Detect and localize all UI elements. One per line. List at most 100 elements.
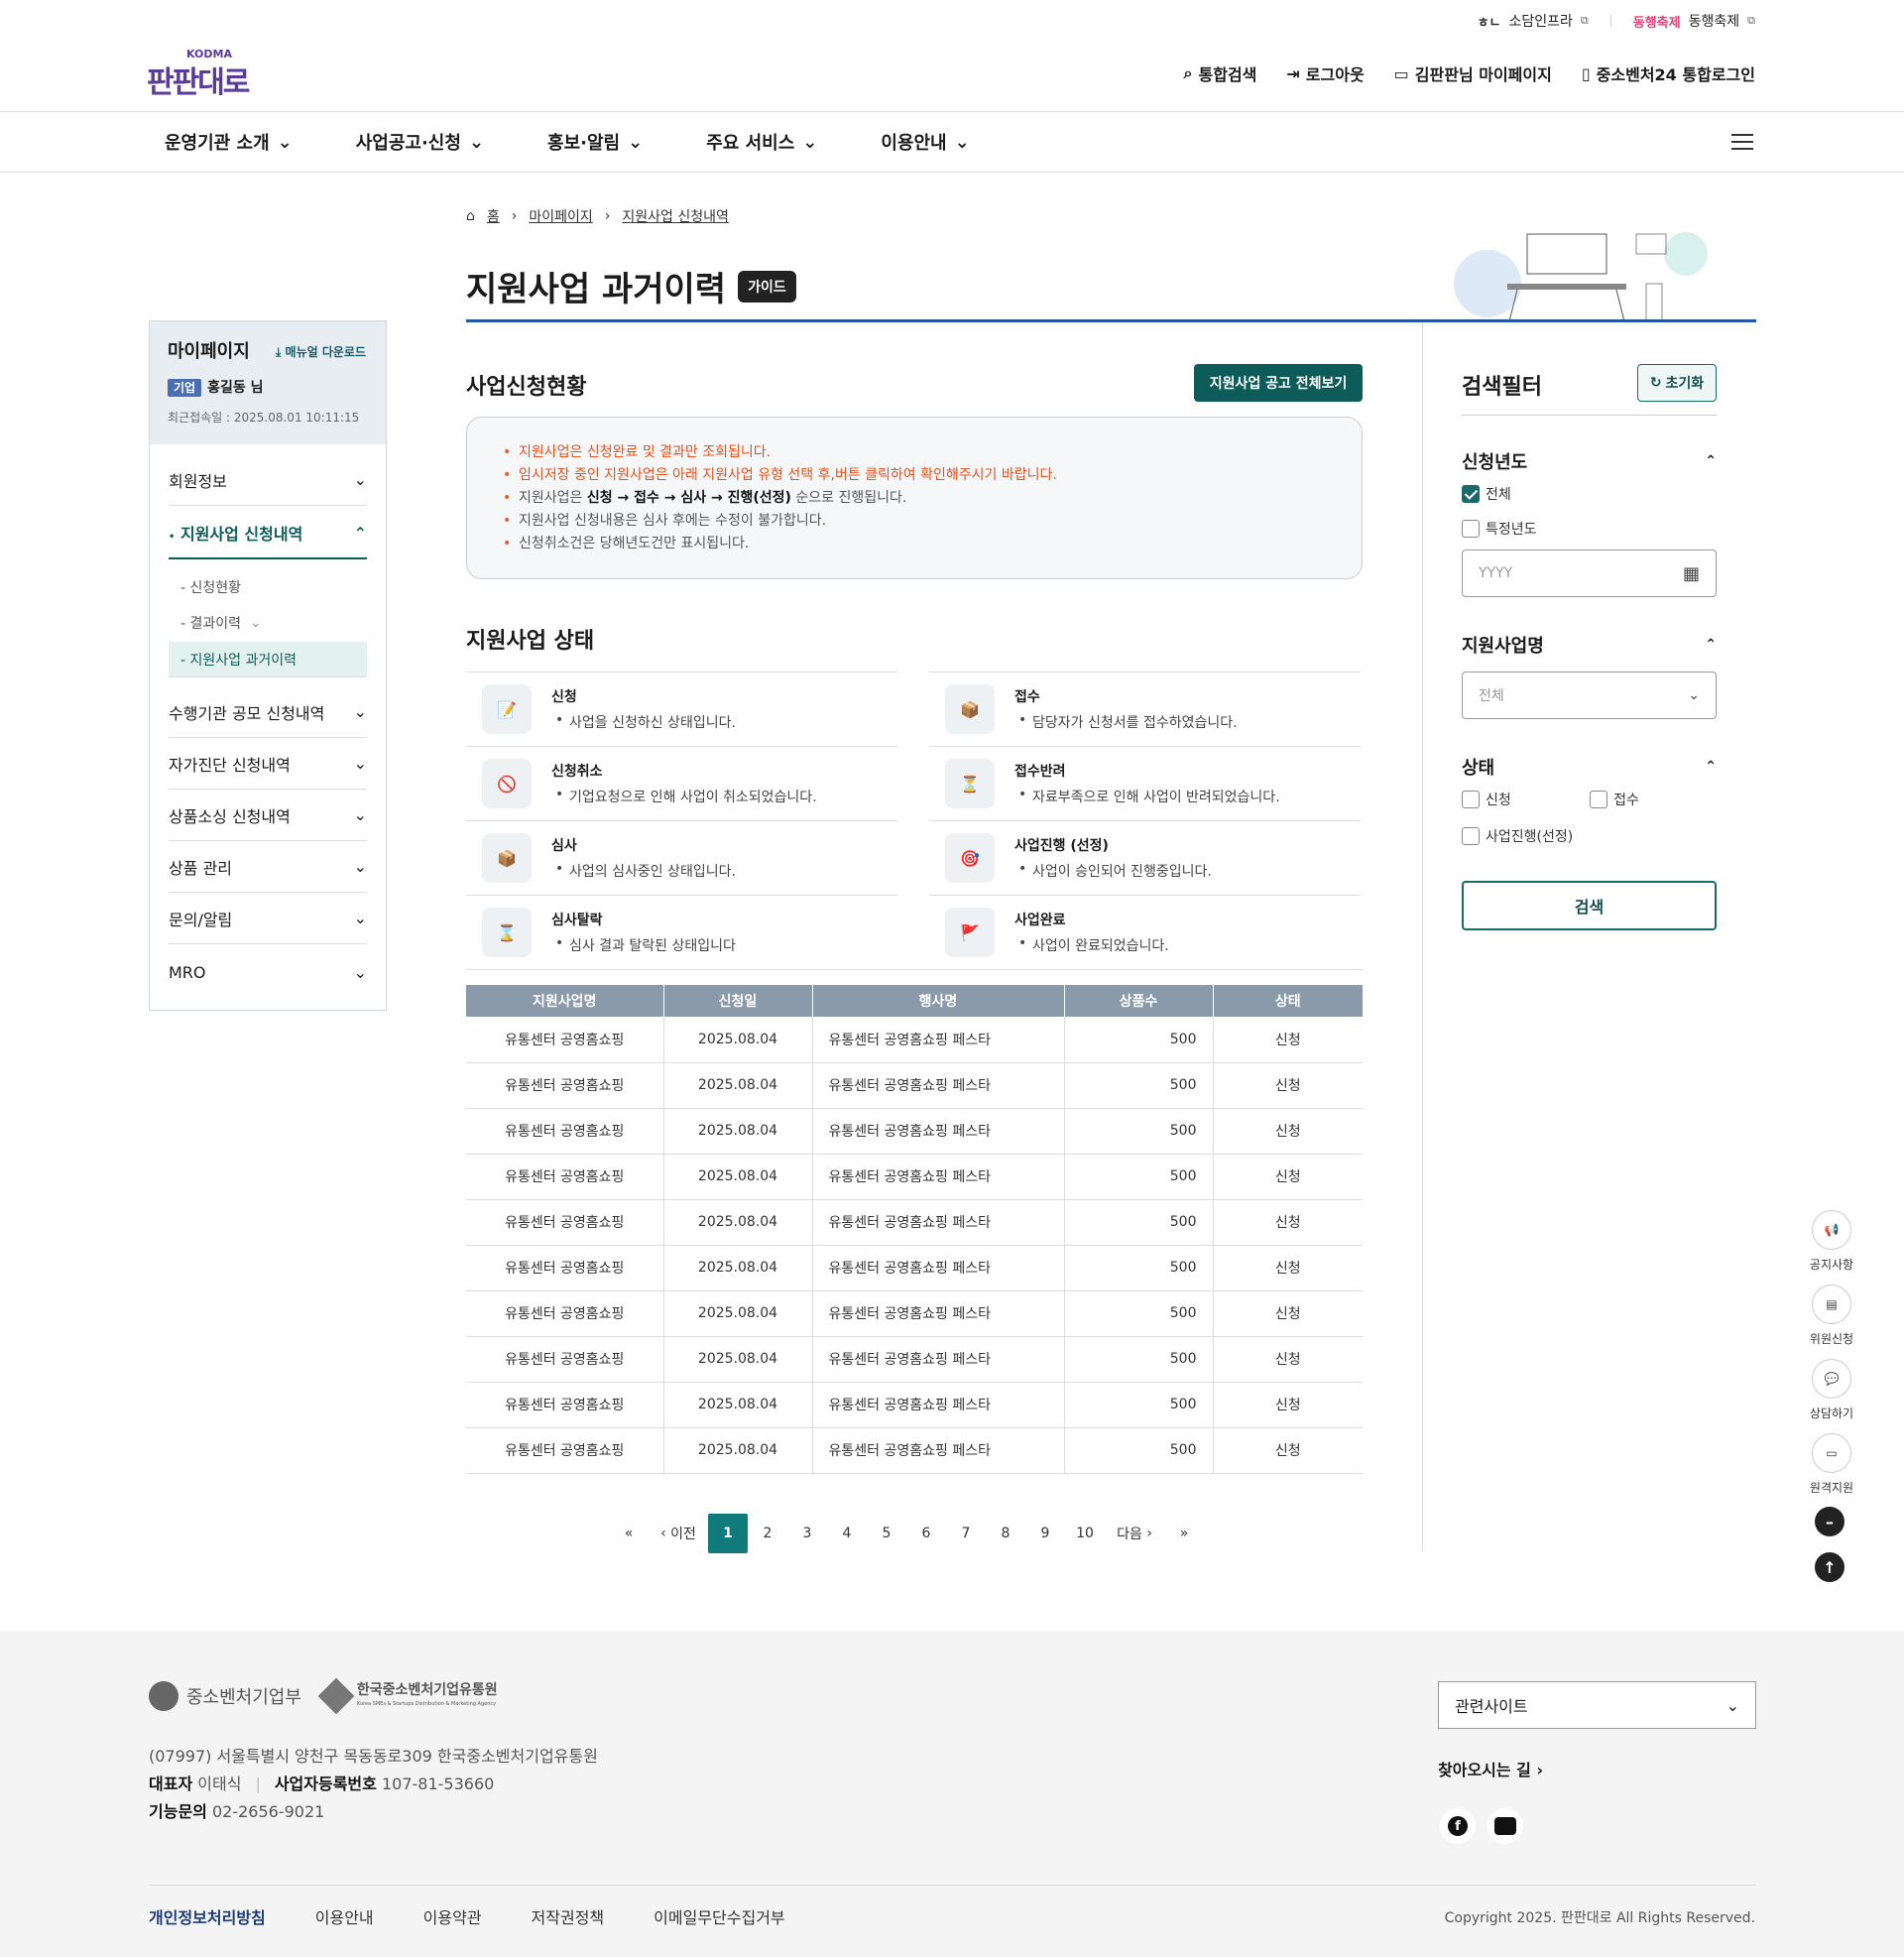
guide-button[interactable]: 가이드 — [738, 270, 796, 303]
filter-state-header[interactable]: 상태 ⌃ — [1462, 754, 1717, 780]
sidebar-item-inquiry[interactable]: 문의/알림 ⌄ — [169, 893, 367, 944]
page-number[interactable]: 1 — [708, 1514, 748, 1553]
first-page-icon[interactable]: « — [609, 1514, 649, 1553]
related-sites-select[interactable]: 관련사이트 ⌄ — [1438, 1681, 1756, 1729]
quick-committee[interactable]: ▤ 위원신청 — [1807, 1284, 1856, 1347]
facebook-icon[interactable]: f — [1440, 1808, 1476, 1844]
filter-year-header[interactable]: 신청년도 ⌃ — [1462, 448, 1717, 474]
logout-link[interactable]: ⇥ 로그아웃 — [1286, 61, 1364, 85]
gnb-item-guide[interactable]: 이용안내 ⌄ — [881, 129, 969, 155]
calendar-icon[interactable]: ▦ — [1683, 563, 1700, 584]
sidebar-item-label: 상품 관리 — [169, 858, 232, 878]
year-all-checkbox[interactable]: 전체 — [1462, 484, 1511, 504]
breadcrumb-current[interactable]: 지원사업 신청내역 — [622, 206, 729, 226]
footer-link-terms[interactable]: 이용약관 — [423, 1904, 482, 1928]
sidebar-sub-results[interactable]: - 결과이력 ⌄ — [169, 605, 367, 641]
page-number[interactable]: 2 — [748, 1514, 787, 1553]
gnb-item-about[interactable]: 운영기관 소개 ⌄ — [165, 129, 293, 155]
sidebar-sub-history[interactable]: - 지원사업 과거이력 — [169, 642, 367, 677]
table-row[interactable]: 유통센터 공영홈쇼핑 2025.08.04 유통센터 공영홈쇼핑 페스타 500 신청 — [466, 1336, 1363, 1383]
gnb-item-pr[interactable]: 홍보·알림 ⌄ — [547, 129, 643, 155]
scroll-top-icon[interactable]: ↑ — [1815, 1552, 1844, 1582]
download-icon: ⤓ — [276, 345, 282, 359]
status-desc: 사업을 신청하신 상태입니다. — [555, 712, 736, 732]
reset-button[interactable]: ↻ 초기화 — [1637, 364, 1717, 402]
breadcrumb-mypage[interactable]: 마이페이지 — [529, 206, 592, 226]
sidebar-sub-status[interactable]: - 신청현황 — [169, 569, 367, 605]
table-row[interactable]: 유통센터 공영홈쇼핑 2025.08.04 유통센터 공영홈쇼핑 페스타 500 신청 — [466, 1427, 1363, 1474]
collapse-quick-icon[interactable]: – — [1815, 1507, 1844, 1536]
mypage-link[interactable]: ▭ 김판판님 마이페이지 — [1394, 61, 1552, 85]
page-number[interactable]: 8 — [986, 1514, 1025, 1553]
checkbox-label: 접수 — [1613, 793, 1639, 808]
search-button[interactable]: 검색 — [1462, 881, 1717, 930]
last-page-icon[interactable]: » — [1164, 1514, 1204, 1553]
table-row[interactable]: 유통센터 공영홈쇼핑 2025.08.04 유통센터 공영홈쇼핑 페스타 500 신청 — [466, 1290, 1363, 1337]
table-row[interactable]: 유통센터 공영홈쇼핑 2025.08.04 유통센터 공영홈쇼핑 페스타 500 신청 — [466, 1017, 1363, 1063]
total-search-link[interactable]: ⌕ 통합검색 — [1184, 61, 1257, 85]
quick-remote[interactable]: ▭ 원격지원 — [1807, 1433, 1856, 1496]
sidebar-item-agency[interactable]: 수행기관 공모 신청내역 ⌄ — [169, 686, 367, 738]
quick-notice[interactable]: 📢 공지사항 — [1807, 1210, 1856, 1273]
hamburger-menu-icon[interactable] — [1731, 134, 1753, 152]
sidebar-item-mro[interactable]: MRO ⌄ — [169, 946, 367, 998]
page-number[interactable]: 10 — [1065, 1514, 1105, 1553]
blog-icon[interactable] — [1488, 1808, 1523, 1844]
notice-line-flow: 지원사업은 신청 → 접수 → 심사 → 진행(선정) 순으로 진행됩니다. — [503, 487, 1326, 510]
table-row[interactable]: 유통센터 공영홈쇼핑 2025.08.04 유통센터 공영홈쇼핑 페스타 500 신청 — [466, 1382, 1363, 1428]
related-label: 관련사이트 — [1455, 1697, 1528, 1716]
page-number[interactable]: 4 — [827, 1514, 867, 1553]
view-all-notices-button[interactable]: 지원사업 공고 전체보기 — [1194, 364, 1363, 402]
state-receipt-checkbox[interactable]: 접수 — [1590, 790, 1639, 809]
page-number[interactable]: 6 — [906, 1514, 946, 1553]
page-number[interactable]: 3 — [787, 1514, 827, 1553]
next-page-button[interactable]: 다음 › — [1105, 1514, 1164, 1553]
table-row[interactable]: 유통센터 공영홈쇼핑 2025.08.04 유통센터 공영홈쇼핑 페스타 500 신청 — [466, 1062, 1363, 1109]
table-cell: 500 — [1064, 1245, 1214, 1291]
page-number[interactable]: 5 — [867, 1514, 906, 1553]
filter-biz: 지원사업명 ⌃ 전체 ⌄ — [1462, 632, 1717, 719]
sodam-link[interactable]: 소담인프라 — [1509, 11, 1573, 31]
footer-link-email[interactable]: 이메일무단수집거부 — [654, 1904, 784, 1928]
table-row[interactable]: 유통센터 공영홈쇼핑 2025.08.04 유통센터 공영홈쇼핑 페스타 500 신청 — [466, 1154, 1363, 1200]
total-search-label: 통합검색 — [1198, 65, 1257, 84]
footer-link-guide[interactable]: 이용안내 — [315, 1904, 374, 1928]
site-logo[interactable]: KODMA 판판대로 — [147, 48, 266, 100]
sidebar-item-support[interactable]: • 지원사업 신청내역 ⌃ — [169, 508, 367, 559]
table-row[interactable]: 유통센터 공영홈쇼핑 2025.08.04 유통센터 공영홈쇼핑 페스타 500 신청 — [466, 1108, 1363, 1155]
login24-link[interactable]: ▯ 중소벤처24 통합로그인 — [1582, 61, 1755, 85]
filter-biz-header[interactable]: 지원사업명 ⌃ — [1462, 632, 1717, 658]
sidebar-item-member[interactable]: 회원정보 ⌄ — [169, 454, 367, 506]
breadcrumb-home[interactable]: 홈 — [487, 206, 500, 226]
page-number[interactable]: 7 — [946, 1514, 986, 1553]
quick-consult[interactable]: 💬 상담하기 — [1807, 1359, 1856, 1421]
manual-download-link[interactable]: ⤓ 매뉴얼 다운로드 — [276, 343, 366, 360]
sidebar-item-sourcing[interactable]: 상품소싱 신청내역 ⌄ — [169, 790, 367, 841]
page-number[interactable]: 9 — [1025, 1514, 1065, 1553]
apply-doc-icon: 📝 — [482, 684, 532, 734]
state-apply-checkbox[interactable]: 신청 — [1462, 790, 1585, 809]
table-cell: 2025.08.04 — [663, 1245, 813, 1291]
festival-link[interactable]: 동행축제 — [1689, 11, 1740, 31]
state-progress-checkbox[interactable]: 사업진행(선정) — [1462, 826, 1573, 846]
sidebar-item-selfcheck[interactable]: 자가진단 신청내역 ⌄ — [169, 738, 367, 790]
footer-link-copyright[interactable]: 저작권정책 — [532, 1904, 605, 1928]
gnb-item-services[interactable]: 주요 서비스 ⌄ — [706, 129, 817, 155]
sidebar-item-label: • 지원사업 신청내역 — [169, 525, 303, 544]
table-cell: 500 — [1064, 1336, 1214, 1383]
sidebar-item-products[interactable]: 상품 관리 ⌄ — [169, 841, 367, 893]
title-divider — [466, 319, 1756, 322]
prev-page-button[interactable]: ‹ 이전 — [649, 1514, 708, 1553]
directions-link[interactable]: 찾아오시는 길 › — [1438, 1757, 1543, 1780]
year-input[interactable]: YYYY ▦ — [1462, 550, 1717, 597]
chevron-up-icon: ⌃ — [1705, 453, 1717, 469]
year-specific-checkbox[interactable]: 특정년도 — [1462, 519, 1537, 539]
gnb-label: 사업공고·신청 — [355, 133, 461, 154]
table-row[interactable]: 유통센터 공영홈쇼핑 2025.08.04 유통센터 공영홈쇼핑 페스타 500 신청 — [466, 1245, 1363, 1291]
table-cell: 유통센터 공영홈쇼핑 — [466, 1154, 664, 1200]
biz-select[interactable]: 전체 ⌄ — [1462, 672, 1717, 719]
table-cell: 2025.08.04 — [663, 1017, 813, 1063]
gnb-item-business[interactable]: 사업공고·신청 ⌄ — [356, 129, 484, 155]
table-row[interactable]: 유통센터 공영홈쇼핑 2025.08.04 유통센터 공영홈쇼핑 페스타 500 신청 — [466, 1199, 1363, 1246]
footer-link-privacy[interactable]: 개인정보처리방침 — [149, 1904, 266, 1928]
